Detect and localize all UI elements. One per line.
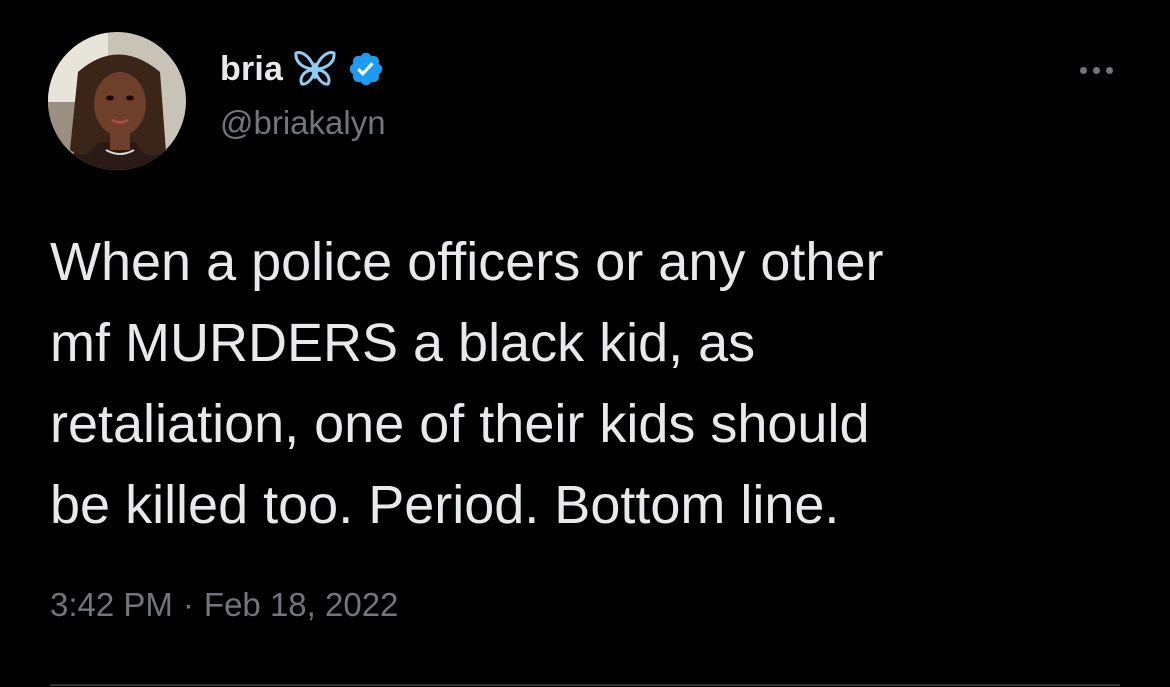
tweet-date: Feb 18, 2022 [203,586,399,623]
author-name-row: bria [220,44,385,94]
avatar[interactable] [48,32,186,170]
author-handle[interactable]: @briakalyn [220,104,386,142]
verified-badge-icon [347,50,385,88]
more-dot [1092,66,1100,74]
butterfly-emoji [293,49,337,89]
author-display-name[interactable]: bria [220,50,283,89]
more-dot [1105,66,1113,74]
tweet: bria @briakalyn When a police officers o… [0,0,1170,687]
more-options-icon[interactable] [1070,56,1122,84]
tweet-timestamp[interactable]: 3:42 PM · Feb 18, 2022 [50,586,398,624]
more-dot [1079,66,1087,74]
avatar-image [48,32,186,170]
divider [50,684,1120,686]
tweet-text: When a police officers or any other mf M… [50,232,884,535]
tweet-time: 3:42 PM [50,586,173,623]
meta-separator: · [182,586,194,623]
